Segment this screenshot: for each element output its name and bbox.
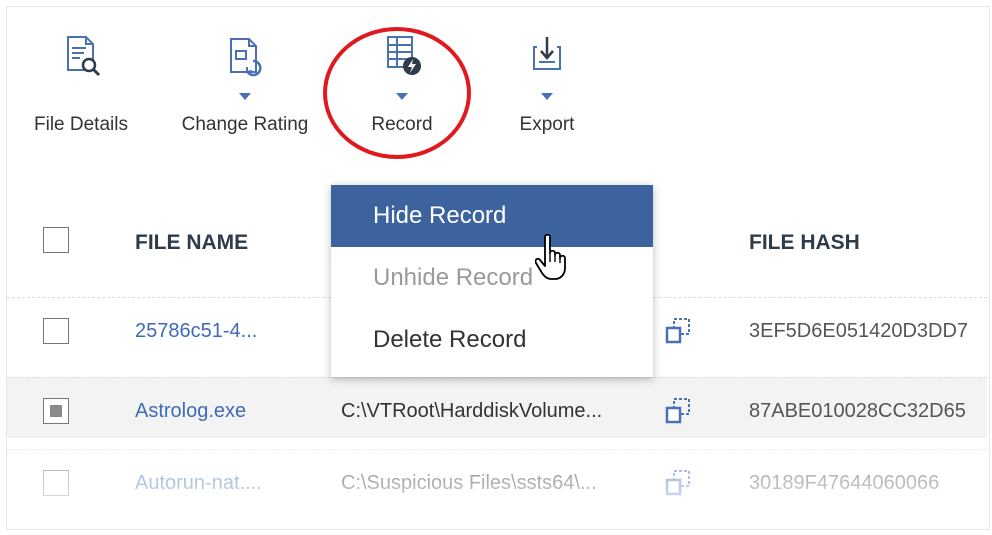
chevron-down-icon bbox=[396, 93, 408, 100]
table-row[interactable]: Autorun-nat.... C:\Suspicious Files\ssts… bbox=[7, 449, 987, 510]
copy-icon[interactable] bbox=[663, 396, 693, 426]
row-checkbox[interactable] bbox=[43, 470, 69, 496]
table-row[interactable]: Astrolog.exe C:\VTRoot\HarddiskVolume...… bbox=[7, 377, 987, 438]
export-download-icon bbox=[522, 31, 572, 83]
file-rating-icon bbox=[220, 31, 270, 83]
row-checkbox[interactable] bbox=[43, 318, 69, 344]
file-name-link[interactable]: Astrolog.exe bbox=[135, 400, 246, 423]
file-hash: 3EF5D6E051420D3DD7 bbox=[749, 320, 969, 342]
record-button[interactable]: Record bbox=[347, 31, 457, 136]
chevron-down-icon bbox=[541, 93, 553, 100]
copy-icon[interactable] bbox=[663, 468, 693, 498]
file-search-icon bbox=[56, 31, 106, 83]
file-path: C:\VTRoot\HarddiskVolume... bbox=[341, 400, 603, 422]
select-all-checkbox[interactable] bbox=[43, 227, 69, 253]
file-hash: 87ABE010028CC32D65 bbox=[749, 400, 966, 422]
column-header-file-name[interactable]: FILE NAME bbox=[135, 231, 248, 255]
file-name-link[interactable]: Autorun-nat.... bbox=[135, 472, 262, 495]
column-header-file-hash[interactable]: FILE HASH bbox=[749, 231, 860, 255]
file-list-panel: File Details Change Rating Record Export… bbox=[6, 6, 990, 530]
file-name-link[interactable]: 25786c51-4... bbox=[135, 320, 257, 343]
delete-record-menu-item[interactable]: Delete Record bbox=[331, 309, 653, 371]
change-rating-label: Change Rating bbox=[181, 114, 309, 135]
file-details-button[interactable]: File Details bbox=[21, 31, 141, 136]
toolbar: File Details Change Rating Record Export bbox=[7, 7, 987, 182]
record-label: Record bbox=[371, 114, 433, 135]
record-lightning-icon bbox=[377, 31, 427, 83]
file-path: C:\Suspicious Files\ssts64\... bbox=[341, 472, 597, 494]
record-dropdown-menu: Hide Record Unhide Record Delete Record bbox=[331, 185, 653, 377]
file-hash: 30189F47644060066 bbox=[749, 472, 940, 494]
hide-record-menu-item[interactable]: Hide Record bbox=[331, 185, 653, 247]
change-rating-button[interactable]: Change Rating bbox=[165, 31, 325, 136]
export-button[interactable]: Export bbox=[497, 31, 597, 136]
unhide-record-menu-item: Unhide Record bbox=[373, 264, 534, 291]
export-label: Export bbox=[519, 114, 575, 135]
chevron-down-icon bbox=[239, 93, 251, 100]
copy-icon[interactable] bbox=[663, 316, 693, 346]
row-checkbox[interactable] bbox=[43, 398, 69, 424]
file-details-label: File Details bbox=[34, 114, 128, 135]
hand-cursor-icon bbox=[534, 233, 569, 281]
